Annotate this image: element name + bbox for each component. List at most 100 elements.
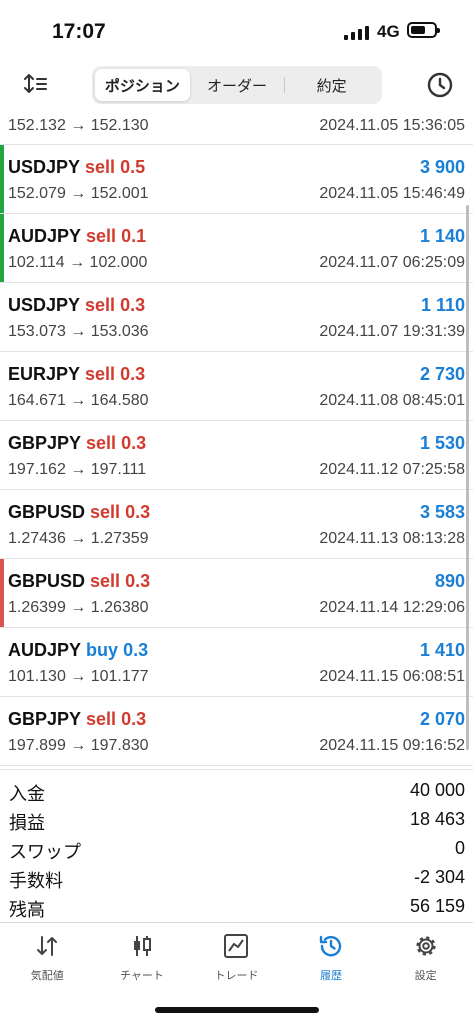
- trade-date: 2024.11.14 12:29:06: [319, 599, 465, 616]
- summary-value: 0: [454, 838, 465, 858]
- trade-symbol: USDJPY: [8, 295, 81, 315]
- trade-date: 2024.11.05 15:36:05: [319, 117, 465, 134]
- trade-date: 2024.11.07 06:25:09: [319, 254, 465, 271]
- trade-profit: 1 140: [419, 226, 465, 246]
- summary-balance: 残高 56 159: [0, 892, 473, 921]
- tab-trade[interactable]: トレード: [189, 923, 284, 994]
- tab-history[interactable]: 履歴: [284, 923, 379, 994]
- settings-icon: [416, 936, 436, 956]
- sort-icon[interactable]: [22, 70, 50, 98]
- chart-icon: [133, 936, 151, 956]
- trade-list: 152.132 → 152.130 2024.11.05 15:36:05 US…: [0, 111, 473, 766]
- summary-label: 入金: [9, 784, 45, 804]
- trade-row[interactable]: USDJPY sell 0.5 3 900 152.079 → 152.001 2…: [0, 145, 473, 214]
- trade-date: 2024.11.05 15:46:49: [319, 185, 465, 202]
- trade-lots: 0.3: [125, 571, 151, 591]
- trade-lots: 0.3: [123, 640, 149, 660]
- trade-lots: 0.3: [121, 709, 147, 729]
- trade-date: 2024.11.15 09:16:52: [319, 737, 465, 754]
- trade-row[interactable]: GBPUSD sell 0.3 890 1.26399 → 1.26380 202…: [0, 559, 473, 628]
- trade-side: buy: [86, 640, 119, 660]
- status-bar: 17:07 4G: [0, 0, 473, 60]
- trade-prices: 1.26399 → 1.26380: [8, 599, 149, 616]
- trade-side: sell: [85, 157, 116, 177]
- trade-prices: 164.671 → 164.580: [8, 392, 149, 409]
- trade-row[interactable]: AUDJPY buy 0.3 1 410 101.130 → 101.177 20…: [0, 628, 473, 697]
- trade-prices: 102.114 → 102.000: [8, 254, 148, 271]
- trade-profit: 2 730: [419, 364, 465, 384]
- trade-lots: 0.3: [120, 364, 146, 384]
- trade-symbol: GBPJPY: [8, 433, 82, 453]
- tab-orders[interactable]: オーダー: [190, 69, 285, 101]
- profit-marker: [0, 145, 4, 213]
- tab-quotes[interactable]: 気配値: [0, 923, 95, 994]
- trade-profit: 2 070: [419, 709, 465, 729]
- trade-lots: 0.5: [120, 157, 146, 177]
- trade-lots: 0.3: [125, 502, 151, 522]
- trade-lots: 0.3: [120, 295, 146, 315]
- scrollbar[interactable]: [466, 205, 469, 750]
- trade-prices: 197.162 → 197.111: [8, 461, 147, 478]
- trade-row[interactable]: EURJPY sell 0.3 2 730 164.671 → 164.580 2…: [0, 352, 473, 421]
- summary-value: 18 463: [409, 809, 465, 829]
- loss-marker: [0, 559, 4, 627]
- tab-deals[interactable]: 約定: [284, 69, 379, 101]
- trade-icon: [224, 934, 249, 958]
- trade-prices: 152.079 → 152.001: [8, 185, 149, 202]
- summary-panel: 入金 40 000 損益 18 463 スワップ 0 手数料 -2 304 残高…: [0, 769, 473, 921]
- quotes-icon: [37, 936, 58, 956]
- tab-label: トレード: [214, 970, 259, 982]
- summary-value: -2 304: [413, 867, 465, 887]
- tab-label: 設定: [414, 970, 437, 982]
- toolbar: ポジション オーダー 約定: [0, 60, 473, 110]
- trade-symbol: AUDJPY: [8, 226, 82, 246]
- trade-side: sell: [90, 571, 121, 591]
- trade-row[interactable]: GBPJPY sell 0.3 1 530 197.162 → 197.111 2…: [0, 421, 473, 490]
- trade-side: sell: [90, 502, 121, 522]
- trade-side: sell: [85, 295, 116, 315]
- profit-marker: [0, 214, 4, 282]
- summary-label: 損益: [9, 813, 45, 833]
- trade-profit: 890: [434, 571, 465, 591]
- network-type: 4G: [377, 22, 400, 41]
- status-time: 17:07: [52, 20, 106, 43]
- trade-profit: 1 410: [419, 640, 465, 660]
- trade-symbol: EURJPY: [8, 364, 81, 384]
- trade-prices: 152.132 → 152.130: [8, 117, 149, 134]
- summary-label: スワップ: [9, 842, 81, 862]
- summary-profit: 損益 18 463: [0, 805, 473, 834]
- summary-value: 40 000: [409, 780, 465, 800]
- trade-row[interactable]: 152.132 → 152.130 2024.11.05 15:36:05: [0, 111, 473, 145]
- trade-date: 2024.11.13 08:13:28: [319, 530, 465, 547]
- trade-prices: 197.899 → 197.830: [8, 737, 149, 754]
- history-icon: [319, 935, 342, 957]
- trade-date: 2024.11.12 07:25:58: [319, 461, 465, 478]
- trade-lots: 0.1: [121, 226, 147, 246]
- trade-prices: 1.27436 → 1.27359: [8, 530, 149, 547]
- trade-side: sell: [86, 226, 117, 246]
- trade-row[interactable]: GBPJPY sell 0.3 2 070 197.899 → 197.830 2…: [0, 697, 473, 766]
- trade-date: 2024.11.07 19:31:39: [319, 323, 465, 340]
- summary-swap: スワップ 0: [0, 834, 473, 863]
- battery-icon: [407, 22, 440, 38]
- trade-prices: 153.073 → 153.036: [8, 323, 149, 340]
- clock-icon[interactable]: [425, 70, 455, 100]
- summary-label: 手数料: [9, 871, 63, 891]
- tab-positions[interactable]: ポジション: [95, 69, 190, 101]
- trade-prices: 101.130 → 101.177: [8, 668, 149, 685]
- trade-date: 2024.11.15 06:08:51: [319, 668, 465, 685]
- trade-row[interactable]: USDJPY sell 0.3 1 110 153.073 → 153.036 2…: [0, 283, 473, 352]
- trade-row[interactable]: AUDJPY sell 0.1 1 140 102.114 → 102.000 2…: [0, 214, 473, 283]
- trade-symbol: GBPUSD: [8, 502, 86, 522]
- trade-profit: 1 530: [419, 433, 465, 453]
- tab-chart[interactable]: チャート: [95, 923, 190, 994]
- summary-commission: 手数料 -2 304: [0, 863, 473, 892]
- trade-row[interactable]: GBPUSD sell 0.3 3 583 1.27436 → 1.27359 2…: [0, 490, 473, 559]
- bottom-tab-bar: 気配値 チャート トレード 履歴 設定: [0, 922, 473, 994]
- segmented-control: ポジション オーダー 約定: [92, 66, 382, 104]
- tab-settings[interactable]: 設定: [378, 923, 473, 994]
- trade-symbol: GBPUSD: [8, 571, 86, 591]
- trade-profit: 3 900: [419, 157, 465, 177]
- summary-deposit: 入金 40 000: [0, 776, 473, 805]
- tab-label: 履歴: [320, 970, 343, 982]
